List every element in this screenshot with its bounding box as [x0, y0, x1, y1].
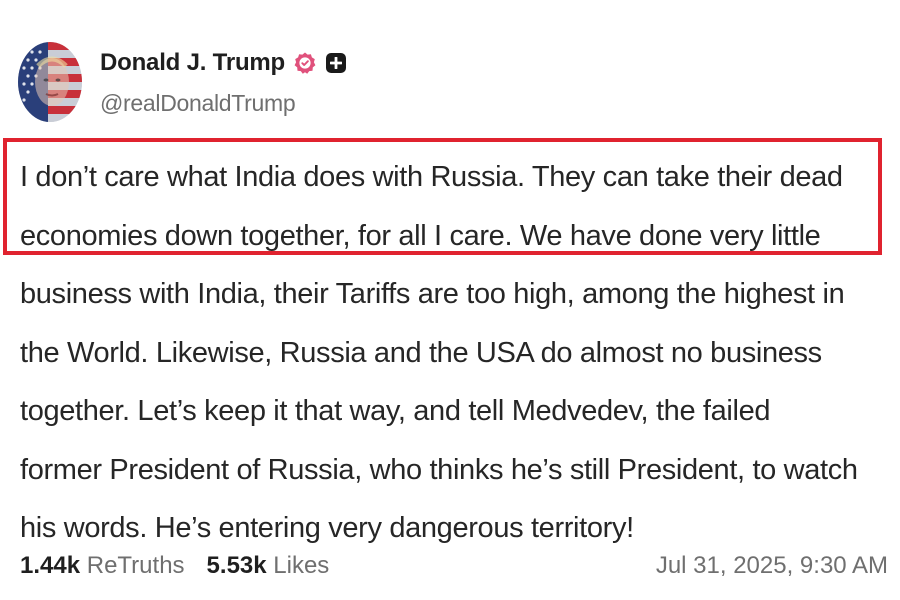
- post-line: together. Let’s keep it that way, and te…: [20, 395, 771, 427]
- truth-post: Donald J. Trump @realDonaldTrump I don’t…: [0, 0, 900, 600]
- likes-label: Likes: [273, 552, 330, 579]
- post-body: I don’t care what India does with Russia…: [14, 148, 884, 558]
- post-line: the World. Likewise, Russia and the USA …: [20, 336, 822, 369]
- verified-badge-icon: [293, 51, 317, 75]
- retruths-label: ReTruths: [86, 552, 185, 579]
- likes-count: 5.53k: [206, 552, 267, 579]
- post-line: former President of Russia, who thinks h…: [20, 453, 858, 486]
- avatar-flag-portrait: [18, 42, 82, 122]
- author-handle[interactable]: @realDonaldTrump: [100, 90, 296, 117]
- author-display-name[interactable]: Donald J. Trump: [100, 49, 285, 77]
- post-line: his words. He’s entering very dangerous …: [20, 512, 634, 544]
- post-timestamp[interactable]: Jul 31, 2025, 9:30 AM: [656, 552, 888, 580]
- post-stats: 1.44k ReTruths 5.53k Likes: [20, 552, 329, 580]
- post-line: I don’t care what India does with Russia…: [20, 161, 843, 193]
- retruths-stat[interactable]: 1.44k ReTruths: [20, 552, 185, 580]
- post-line: economies down together, for all I care.…: [20, 219, 821, 252]
- post-line: business with India, their Tariffs are t…: [20, 278, 845, 310]
- plus-badge-icon: [325, 52, 347, 74]
- author-name-row: Donald J. Trump: [100, 44, 347, 82]
- retruths-count: 1.44k: [20, 552, 81, 579]
- likes-stat[interactable]: 5.53k Likes: [207, 552, 330, 580]
- avatar[interactable]: [18, 42, 82, 122]
